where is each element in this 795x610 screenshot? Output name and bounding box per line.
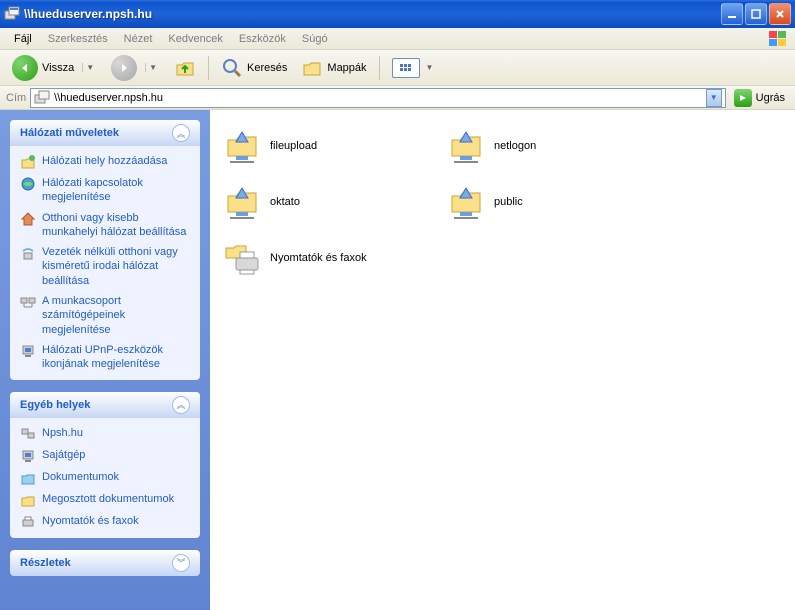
- file-item-printers[interactable]: Nyomtatók és faxok: [220, 232, 440, 284]
- address-value: \\hueduserver.npsh.hu: [54, 92, 701, 104]
- separator: [379, 56, 380, 80]
- shared-folder-icon: [20, 492, 36, 508]
- address-dropdown-icon[interactable]: ▼: [706, 89, 722, 107]
- share-folder-icon: [222, 182, 262, 222]
- file-item-oktato[interactable]: oktato: [220, 176, 440, 228]
- place-printers[interactable]: Nyomtatók és faxok: [20, 514, 190, 530]
- place-npsh[interactable]: Npsh.hu: [20, 426, 190, 442]
- menu-edit[interactable]: Szerkesztés: [40, 30, 116, 48]
- printers-folder-icon: [222, 238, 262, 278]
- view-icon: [392, 58, 420, 78]
- sidebar: Hálózati műveletek ︽ Hálózati hely hozzá…: [0, 110, 210, 610]
- file-label: public: [494, 196, 523, 208]
- titlebar: \\hueduserver.npsh.hu: [0, 0, 795, 28]
- window-title: \\hueduserver.npsh.hu: [24, 7, 721, 21]
- search-label: Keresés: [247, 62, 287, 74]
- forward-dropdown-icon[interactable]: ▼: [145, 63, 160, 72]
- panel-body: Npsh.hu Sajátgép Dokumentumok Megosztott…: [10, 418, 200, 538]
- panel-title: Hálózati műveletek: [20, 127, 119, 139]
- go-button[interactable]: Ugrás: [730, 88, 789, 108]
- panel-title: Egyéb helyek: [20, 399, 90, 411]
- task-upnp[interactable]: Hálózati UPnP-eszközök ikonjának megjele…: [20, 343, 190, 372]
- network-icon: [20, 426, 36, 442]
- computer-icon: [20, 448, 36, 464]
- wireless-icon: [20, 245, 36, 261]
- folders-button[interactable]: Mappák: [295, 53, 372, 83]
- file-label: Nyomtatók és faxok: [270, 252, 367, 264]
- menu-view[interactable]: Nézet: [116, 30, 161, 48]
- view-button[interactable]: ▼: [386, 54, 440, 82]
- menu-tools[interactable]: Eszközök: [231, 30, 294, 48]
- share-folder-icon: [222, 126, 262, 166]
- file-label: oktato: [270, 196, 300, 208]
- windows-flag-icon: [769, 30, 789, 48]
- window-controls: [721, 3, 791, 25]
- folder-up-icon: [174, 57, 196, 79]
- panel-header[interactable]: Egyéb helyek ︽: [10, 392, 200, 418]
- address-input[interactable]: \\hueduserver.npsh.hu ▼: [30, 88, 725, 108]
- network-place-icon: [20, 154, 36, 170]
- file-label: fileupload: [270, 140, 317, 152]
- task-home-network[interactable]: Otthoni vagy kisebb munkahelyi hálózat b…: [20, 211, 190, 240]
- task-network-connections[interactable]: Hálózati kapcsolatok megjelenítése: [20, 176, 190, 205]
- location-icon: [34, 90, 50, 106]
- panel-header[interactable]: Hálózati műveletek ︽: [10, 120, 200, 146]
- menu-favorites[interactable]: Kedvencek: [160, 30, 230, 48]
- content-area: Hálózati műveletek ︽ Hálózati hely hozzá…: [0, 110, 795, 610]
- place-shared-documents[interactable]: Megosztott dokumentumok: [20, 492, 190, 508]
- home-network-icon: [20, 211, 36, 227]
- menu-help[interactable]: Súgó: [294, 30, 336, 48]
- up-button[interactable]: [168, 53, 202, 83]
- toolbar: Vissza ▼ ▼ Keresés Mappák ▼: [0, 50, 795, 86]
- forward-icon: [111, 55, 137, 81]
- app-icon: [4, 6, 20, 22]
- close-button[interactable]: [769, 3, 791, 25]
- panel-header[interactable]: Részletek ︾: [10, 550, 200, 576]
- search-button[interactable]: Keresés: [215, 53, 293, 83]
- back-button[interactable]: Vissza ▼: [6, 51, 103, 85]
- back-dropdown-icon[interactable]: ▼: [82, 63, 97, 72]
- panel-title: Részletek: [20, 557, 71, 569]
- menu-file[interactable]: Fájl: [6, 30, 40, 48]
- documents-icon: [20, 470, 36, 486]
- file-pane[interactable]: fileupload netlogon oktato public Nyomta…: [210, 110, 795, 610]
- search-icon: [221, 57, 243, 79]
- forward-button[interactable]: ▼: [105, 51, 166, 85]
- view-dropdown-icon: ▼: [424, 63, 434, 72]
- upnp-icon: [20, 343, 36, 359]
- printer-icon: [20, 514, 36, 530]
- file-item-netlogon[interactable]: netlogon: [444, 120, 664, 172]
- separator: [208, 56, 209, 80]
- folders-label: Mappák: [327, 62, 366, 74]
- maximize-button[interactable]: [745, 3, 767, 25]
- folders-icon: [301, 57, 323, 79]
- addressbar: Cím \\hueduserver.npsh.hu ▼ Ugrás: [0, 86, 795, 110]
- globe-icon: [20, 176, 36, 192]
- address-label: Cím: [6, 92, 26, 104]
- place-mycomputer[interactable]: Sajátgép: [20, 448, 190, 464]
- task-workgroup[interactable]: A munkacsoport számítógépeinek megjelení…: [20, 294, 190, 337]
- panel-other-places: Egyéb helyek ︽ Npsh.hu Sajátgép Dokument…: [10, 392, 200, 538]
- back-icon: [12, 55, 38, 81]
- task-wireless-network[interactable]: Vezeték nélküli otthoni vagy kisméretű i…: [20, 245, 190, 288]
- collapse-icon[interactable]: ︽: [172, 124, 190, 142]
- collapse-icon[interactable]: ︽: [172, 396, 190, 414]
- panel-body: Hálózati hely hozzáadása Hálózati kapcso…: [10, 146, 200, 380]
- file-item-fileupload[interactable]: fileupload: [220, 120, 440, 172]
- menubar: Fájl Szerkesztés Nézet Kedvencek Eszközö…: [0, 28, 795, 50]
- panel-details: Részletek ︾: [10, 550, 200, 576]
- place-documents[interactable]: Dokumentumok: [20, 470, 190, 486]
- minimize-button[interactable]: [721, 3, 743, 25]
- file-label: netlogon: [494, 140, 536, 152]
- go-icon: [734, 89, 752, 107]
- back-label: Vissza: [42, 62, 74, 74]
- panel-network-tasks: Hálózati műveletek ︽ Hálózati hely hozzá…: [10, 120, 200, 380]
- go-label: Ugrás: [756, 92, 785, 104]
- file-item-public[interactable]: public: [444, 176, 664, 228]
- share-folder-icon: [446, 126, 486, 166]
- workgroup-icon: [20, 294, 36, 310]
- expand-icon[interactable]: ︾: [172, 554, 190, 572]
- task-add-network-place[interactable]: Hálózati hely hozzáadása: [20, 154, 190, 170]
- share-folder-icon: [446, 182, 486, 222]
